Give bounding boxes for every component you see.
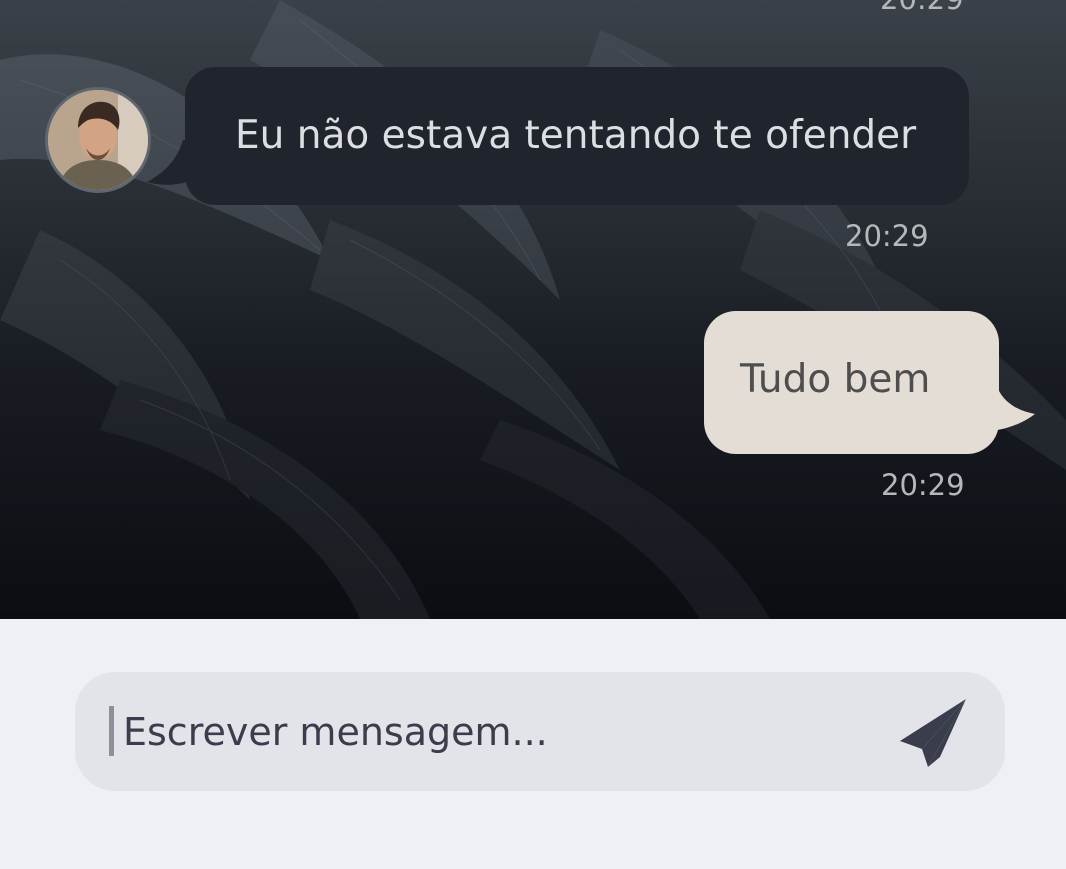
message-composer [75,672,1005,791]
chat-area[interactable]: 20:29 Eu não estava tentando te ofender … [0,0,1066,619]
send-button[interactable] [893,694,973,769]
composer-panel [0,619,1066,869]
text-cursor [109,706,114,756]
avatar-icon [48,90,148,190]
message-input[interactable] [121,698,885,766]
incoming-message-time: 20:29 [845,219,929,253]
avatar[interactable] [45,87,151,193]
previous-message-time: 20:29 [880,0,964,14]
send-icon [900,698,966,767]
outgoing-message-text: Tudo bem [740,357,931,402]
incoming-message-bubble[interactable]: Eu não estava tentando te ofender [185,67,969,205]
incoming-message-text: Eu não estava tentando te ofender [235,113,917,158]
outgoing-message-bubble[interactable]: Tudo bem [704,311,999,454]
outgoing-message-time: 20:29 [881,468,965,502]
